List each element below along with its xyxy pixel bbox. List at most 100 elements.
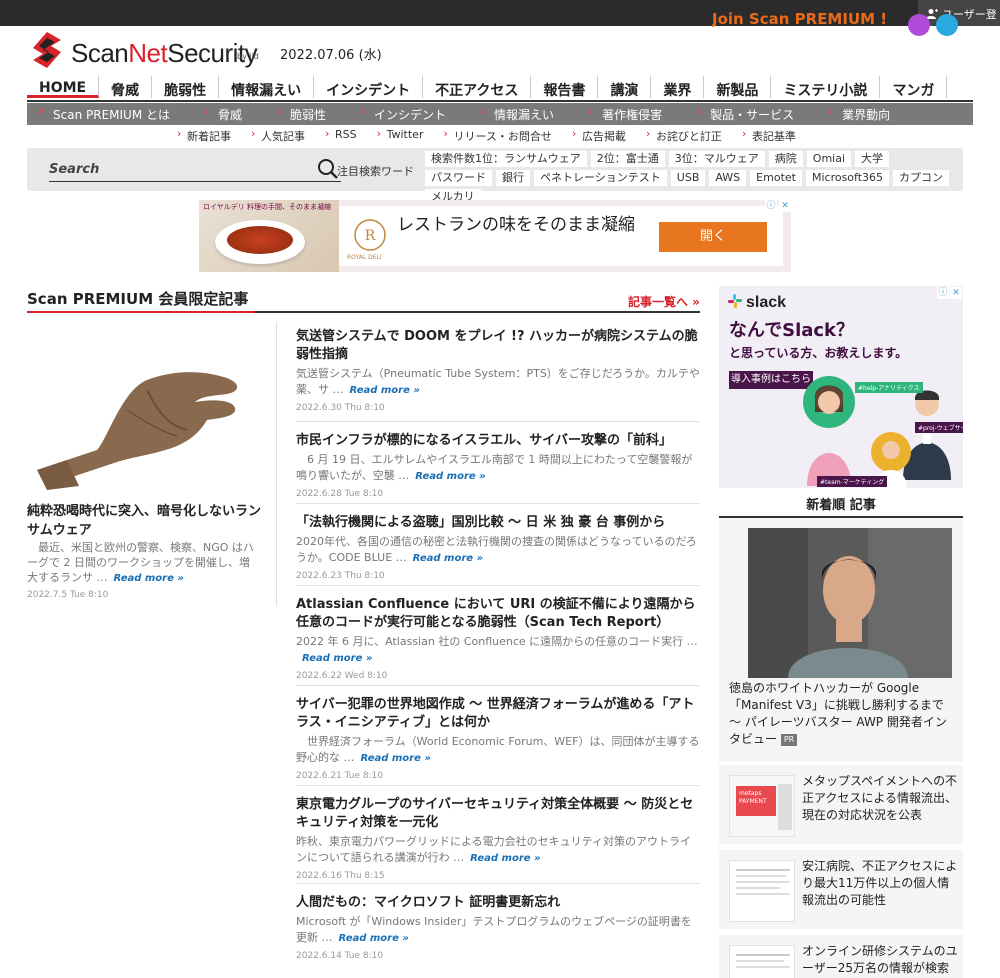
subnav-threat[interactable]: 脅威: [192, 103, 264, 125]
feature-hand-image[interactable]: [27, 330, 263, 490]
link-rss[interactable]: RSS: [323, 127, 375, 144]
read-more-link[interactable]: Read more »: [302, 653, 372, 664]
keyword-tag[interactable]: パスワード: [425, 170, 492, 186]
ad-info-icon[interactable]: ⓘ: [765, 200, 777, 212]
article-title[interactable]: 気送管システムで DOOM をプレイ !? ハッカーが病院システムの脆弱性指摘: [296, 328, 700, 364]
nav-lecture[interactable]: 講演: [598, 76, 652, 99]
new-article-item[interactable]: metaps PAYMENT メタップスペイメントへの不正アクセスによる情報流出…: [719, 762, 963, 844]
link-notation[interactable]: 表記基準: [740, 127, 814, 144]
read-more-link[interactable]: Read more »: [350, 385, 420, 396]
keyword-label: 注目検索ワード: [337, 165, 414, 178]
subnav-data-leak[interactable]: 情報漏えい: [468, 103, 576, 125]
nav-incident[interactable]: インシデント: [314, 76, 424, 99]
logo-scan: Scan: [71, 38, 129, 68]
ad-info-icon[interactable]: ⓘ: [937, 287, 949, 299]
keyword-tag[interactable]: USB: [670, 170, 706, 186]
keyword-tag[interactable]: ペネトレーションテスト: [534, 170, 667, 186]
current-date: 2022.07.06 (水): [280, 48, 382, 63]
new-article-item[interactable]: オンライン研修システムのユーザー25万名の情報が検索闘: [719, 932, 963, 978]
link-new-articles[interactable]: 新着記事: [175, 127, 249, 144]
premium-article-list-link[interactable]: 記事一覧へ »: [628, 293, 700, 310]
user-register-button[interactable]: ユーザー登: [918, 0, 1000, 26]
article-title[interactable]: 人間だもの：マイクロソフト 証明書更新忘れ: [296, 894, 700, 912]
keyword-tag[interactable]: 大学: [855, 151, 890, 167]
ad-food-caption: ロイヤルデリ 料理の手間、そのまま凝縮: [203, 203, 332, 211]
article-thumbnail: metaps PAYMENT: [729, 775, 795, 837]
subnav-incident[interactable]: インシデント: [348, 103, 468, 125]
keyword-tag[interactable]: Emotet: [750, 170, 802, 186]
keyword-tag[interactable]: カプコン: [893, 170, 950, 186]
keyword-tag[interactable]: AWS: [709, 170, 747, 186]
search-input[interactable]: [49, 158, 299, 180]
article-title[interactable]: 「法執行機関による盗聴」国別比較 ～ 日 米 独 豪 台 事例から: [296, 514, 700, 532]
article-title[interactable]: 東京電力グループのサイバーセキュリティ対策全体概要 ～ 防災とセキュリティ対策を…: [296, 796, 700, 832]
nav-vulnerability[interactable]: 脆弱性: [152, 76, 220, 99]
keyword-tag[interactable]: 銀行: [496, 170, 530, 186]
nav-new-products[interactable]: 新製品: [704, 76, 772, 99]
read-more-link[interactable]: Read more »: [413, 553, 483, 564]
keyword-tag[interactable]: 2位：富士通: [590, 151, 665, 167]
nav-data-leak[interactable]: 情報漏えい: [219, 76, 315, 99]
nav-mystery-novel[interactable]: ミステリ小説: [771, 76, 881, 99]
subnav-products[interactable]: 製品・サービス: [684, 103, 816, 125]
article-thumbnail: [729, 945, 795, 978]
site-logo[interactable]: ScanNetSecurity by iid: [27, 30, 272, 70]
read-more-link[interactable]: Read more »: [361, 753, 431, 764]
sub-nav: Scan PREMIUM とは 脅威 脆弱性 インシデント 情報漏えい 著作権侵…: [27, 103, 973, 125]
keyword-tag[interactable]: 3位：マルウェア: [668, 151, 765, 167]
slack-channel-tag: #proj-ウェブサイト: [915, 422, 963, 433]
section-underline: [27, 311, 700, 313]
subnav-vulnerability[interactable]: 脆弱性: [264, 103, 348, 125]
join-premium-link[interactable]: Join Scan PREMIUM !: [712, 10, 887, 28]
subnav-industry[interactable]: 業界動向: [816, 103, 912, 125]
link-corrections[interactable]: お詫びと訂正: [644, 127, 740, 144]
ad-close-icon[interactable]: ✕: [950, 287, 962, 299]
svg-text:R: R: [365, 228, 376, 244]
article-date: 2022.6.22 Wed 8:10: [296, 671, 388, 681]
ad-close-icon[interactable]: ✕: [779, 200, 791, 212]
new-article-item[interactable]: 安江病院、不正アクセスにより最大11万件以上の個人情報流出の可能性: [719, 847, 963, 929]
article-title[interactable]: 市民インフラが標的になるイスラエル、サイバー攻撃の「前科」: [296, 432, 700, 450]
metaps-payment-logo: metaps PAYMENT: [736, 786, 776, 816]
premium-article-list: 気送管システムで DOOM をプレイ !? ハッカーが病院システムの脆弱性指摘 …: [296, 328, 700, 964]
nav-threat[interactable]: 脅威: [99, 76, 153, 99]
link-release-contact[interactable]: リリース・お問合せ: [441, 127, 569, 144]
keyword-tag[interactable]: 検索件数1位：ランサムウェア: [425, 151, 587, 167]
info-icon[interactable]: [936, 14, 958, 36]
feature-read-more[interactable]: Read more »: [114, 573, 184, 584]
read-more-link[interactable]: Read more »: [415, 471, 485, 482]
read-more-link[interactable]: Read more »: [339, 933, 409, 944]
keyword-tag[interactable]: Omiai: [806, 151, 852, 167]
article-desc-text: 2020年代、各国の通信の秘密と法執行機関の捜査の関係はどうなっているのだろうか…: [296, 535, 697, 564]
podcast-icon[interactable]: [908, 14, 930, 36]
feature-article-title[interactable]: 純粋恐喝時代に突入、暗号化しないランサムウェア: [27, 502, 267, 540]
new-top-article[interactable]: 徳島のホワイトハッカーが Google「Manifest V3」に挑戦し勝利する…: [719, 518, 963, 762]
feature-article-desc: 最近、米国と欧州の警察、検察、NGO はハーグで 2 日間のワークショップを開催…: [27, 540, 259, 586]
article-date: 2022.6.28 Tue 8:10: [296, 489, 384, 499]
read-more-link[interactable]: Read more »: [470, 853, 540, 864]
article-title[interactable]: Atlassian Confluence において URI の検証不備により遠隔…: [296, 596, 700, 632]
keyword-tag[interactable]: 病院: [768, 151, 803, 167]
nav-home[interactable]: HOME: [27, 76, 100, 98]
ad-open-button[interactable]: 開く: [659, 222, 767, 252]
search-icon[interactable]: [317, 158, 339, 180]
article-item: サイバー犯罪の世界地図作成 ～ 世界経済フォーラムが進める「アトラス・イニシアテ…: [296, 686, 700, 786]
article-item: 気送管システムで DOOM をプレイ !? ハッカーが病院システムの脆弱性指摘 …: [296, 328, 700, 422]
nav-industry[interactable]: 業界: [651, 76, 705, 99]
nav-unauthorized-access[interactable]: 不正アクセス: [423, 76, 532, 99]
link-advertise[interactable]: 広告掲載: [570, 127, 644, 144]
keyword-tag[interactable]: Microsoft365: [805, 170, 890, 186]
nav-manga[interactable]: マンガ: [880, 76, 948, 99]
new-articles-title: 新着順 記事: [806, 498, 876, 513]
article-title[interactable]: サイバー犯罪の世界地図作成 ～ 世界経済フォーラムが進める「アトラス・イニシアテ…: [296, 696, 700, 732]
link-twitter[interactable]: Twitter: [375, 127, 442, 144]
link-popular[interactable]: 人気記事: [249, 127, 323, 144]
slack-side-ad[interactable]: slack なんでSlack？ と思っている方、お教えします。 導入事例はこちら…: [719, 286, 963, 488]
slack-channel-tag: #help-アナリティクス: [855, 382, 923, 393]
subnav-copyright[interactable]: 著作権侵害: [576, 103, 684, 125]
new-article-title: メタップスペイメントへの不正アクセスによる情報流出、現在の対応状況を公表: [802, 774, 958, 822]
ad-brand: ROYAL DELI: [347, 254, 382, 261]
nav-report[interactable]: 報告書: [531, 76, 599, 99]
ad-banner[interactable]: ロイヤルデリ 料理の手間、そのまま凝縮 R ROYAL DELI レストランの味…: [199, 200, 791, 272]
subnav-premium[interactable]: Scan PREMIUM とは: [27, 103, 192, 125]
